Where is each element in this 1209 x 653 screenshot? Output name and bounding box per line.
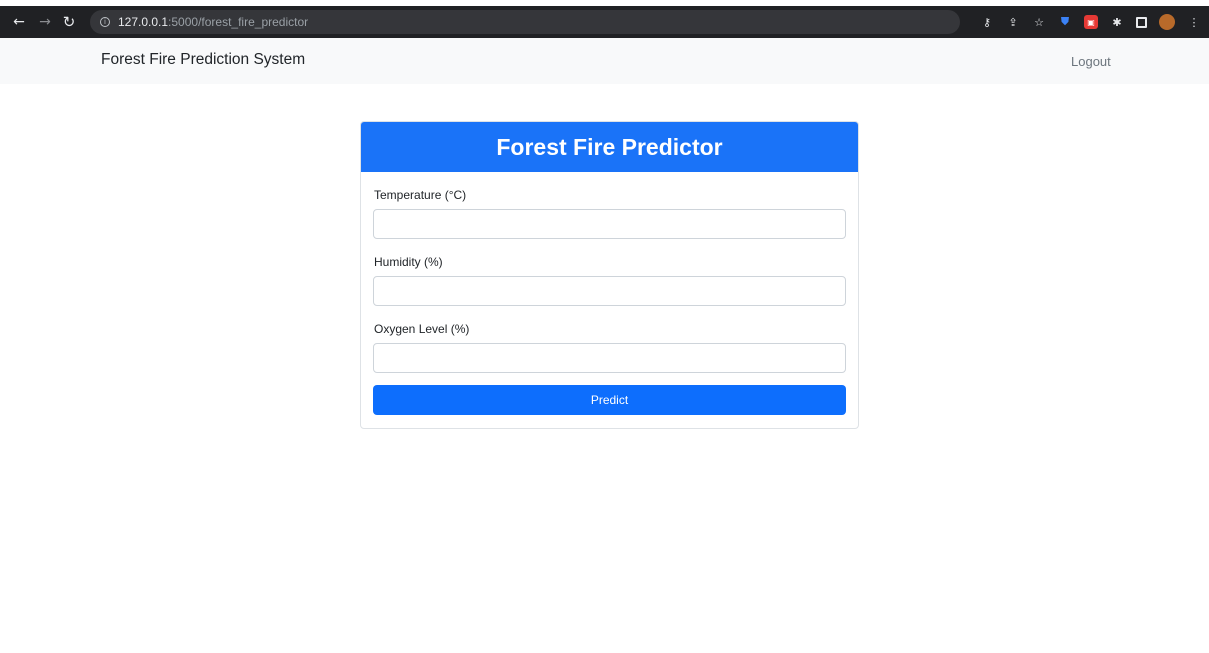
share-icon[interactable]: ⇪ xyxy=(1006,15,1020,29)
star-icon[interactable]: ☆ xyxy=(1032,15,1046,29)
navbar-brand[interactable]: Forest Fire Prediction System xyxy=(101,51,305,69)
browser-toolbar: ← → ↻ i 127.0.0.1:5000/forest_fire_predi… xyxy=(0,6,1209,38)
predictor-card: Forest Fire Predictor Temperature (°C) H… xyxy=(360,121,859,429)
arrow-right-icon[interactable]: → xyxy=(34,11,56,33)
reload-icon[interactable]: ↻ xyxy=(58,11,80,33)
kebab-menu-icon[interactable]: ⋮ xyxy=(1187,15,1201,29)
card-header: Forest Fire Predictor xyxy=(361,122,858,172)
shield-icon[interactable]: ⛊ xyxy=(1058,15,1072,29)
oxygen-level-input[interactable] xyxy=(373,343,846,373)
puzzle-icon[interactable]: ✱ xyxy=(1110,15,1124,29)
arrow-left-icon[interactable]: ← xyxy=(8,11,30,33)
avatar[interactable] xyxy=(1159,14,1175,30)
info-icon[interactable]: i xyxy=(100,17,110,27)
extension-icon[interactable]: ▣ xyxy=(1084,15,1098,29)
humidity-label: Humidity (%) xyxy=(374,255,443,269)
logout-link[interactable]: Logout xyxy=(1071,54,1111,69)
toolbar-icons: ⚷ ⇪ ☆ ⛊ ▣ ✱ ⋮ xyxy=(980,6,1201,38)
humidity-input[interactable] xyxy=(373,276,846,306)
temperature-input[interactable] xyxy=(373,209,846,239)
app-navbar: Forest Fire Prediction System Logout xyxy=(0,38,1209,84)
card-title: Forest Fire Predictor xyxy=(496,133,723,160)
oxygen-level-label: Oxygen Level (%) xyxy=(374,322,470,336)
url-path: :5000/forest_fire_predictor xyxy=(168,15,309,29)
predict-button[interactable]: Predict xyxy=(373,385,846,415)
key-icon[interactable]: ⚷ xyxy=(980,15,994,29)
temperature-label: Temperature (°C) xyxy=(374,188,467,202)
side-panel-icon[interactable] xyxy=(1136,16,1147,28)
url-host: 127.0.0.1 xyxy=(118,15,169,29)
address-bar[interactable]: i 127.0.0.1:5000/forest_fire_predictor xyxy=(90,10,960,34)
